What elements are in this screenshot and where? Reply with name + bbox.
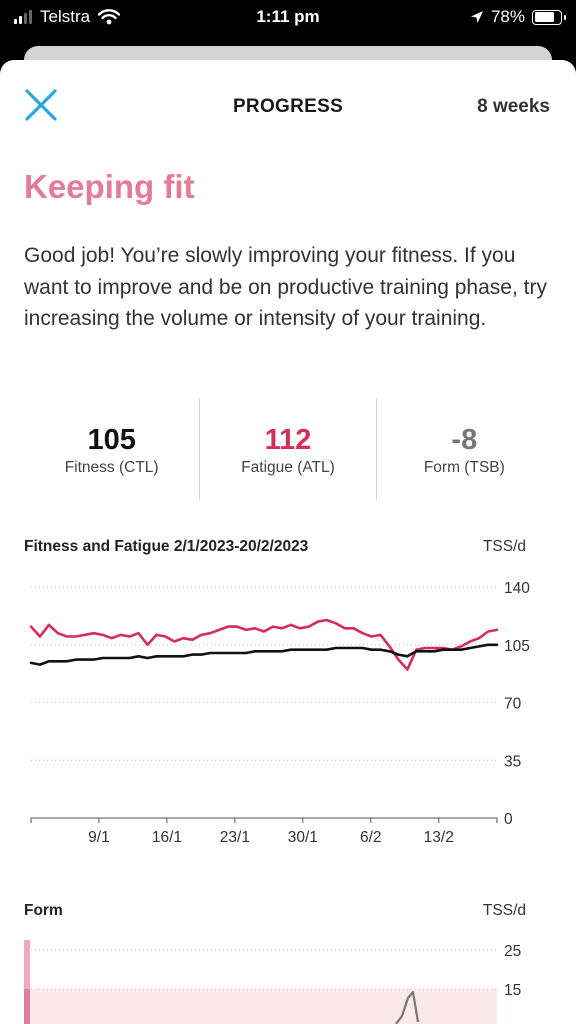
form-zone-band	[24, 989, 497, 1024]
form-chart-title: Form	[24, 902, 63, 919]
y-tick-label: 140	[504, 580, 530, 597]
metric-fitness: 105 Fitness (CTL)	[24, 398, 199, 500]
battery-fill	[534, 12, 554, 22]
fitness-chart-title: Fitness and Fatigue 2/1/2023-20/2/2023	[24, 538, 309, 555]
metric-value: 105	[87, 424, 136, 456]
battery-icon	[532, 9, 566, 25]
fitness-chart-unit: TSS/d	[482, 538, 526, 555]
metrics-row: 105 Fitness (CTL) 112 Fatigue (ATL) -8 F…	[24, 398, 552, 500]
progress-sheet: PROGRESS 8 weeks Keeping fit Good job! Y…	[0, 60, 576, 1024]
metric-form: -8 Form (TSB)	[375, 398, 552, 500]
x-tick-label: 23/1	[220, 829, 250, 846]
form-chart[interactable]: 25 15	[0, 932, 576, 1024]
status-bar: Telstra 1:11 pm 78%	[0, 0, 576, 36]
y-tick-label: 35	[504, 753, 521, 770]
range-selector[interactable]: 8 weeks	[477, 96, 550, 118]
x-tick-label: 9/1	[88, 829, 110, 846]
y-tick-label: 25	[504, 943, 521, 960]
x-tick-label: 30/1	[288, 829, 318, 846]
y-tick-label: 105	[504, 638, 530, 655]
x-tick-label: 6/2	[360, 829, 382, 846]
metric-label: Fatigue (ATL)	[241, 459, 335, 476]
metric-label: Form (TSB)	[423, 459, 505, 476]
x-tick-label: 13/2	[424, 829, 454, 846]
x-tick-label: 16/1	[152, 829, 182, 846]
status-title: Keeping fit	[24, 168, 195, 205]
metric-value: 112	[264, 424, 312, 456]
status-right: 78%	[470, 7, 566, 27]
form-chart-unit: TSS/d	[482, 902, 526, 919]
form-zone-indicator	[24, 940, 30, 989]
metric-fatigue: 112 Fatigue (ATL)	[199, 398, 375, 500]
status-description: Good job! You’re slowly improving your f…	[24, 244, 547, 330]
y-tick-label: 70	[504, 696, 522, 713]
y-tick-label: 15	[504, 982, 521, 999]
battery-percentage: 78%	[490, 7, 525, 26]
fitness-fatigue-chart[interactable]: 140 105 70 35 0 9/1 16/1 23/1 30/1 6/2 13/2	[0, 565, 576, 865]
metric-value: -8	[451, 424, 478, 456]
location-arrow-icon	[470, 11, 483, 23]
form-zone-indicator	[24, 989, 30, 1024]
metric-label: Fitness (CTL)	[64, 459, 159, 476]
y-tick-label: 0	[504, 811, 513, 828]
